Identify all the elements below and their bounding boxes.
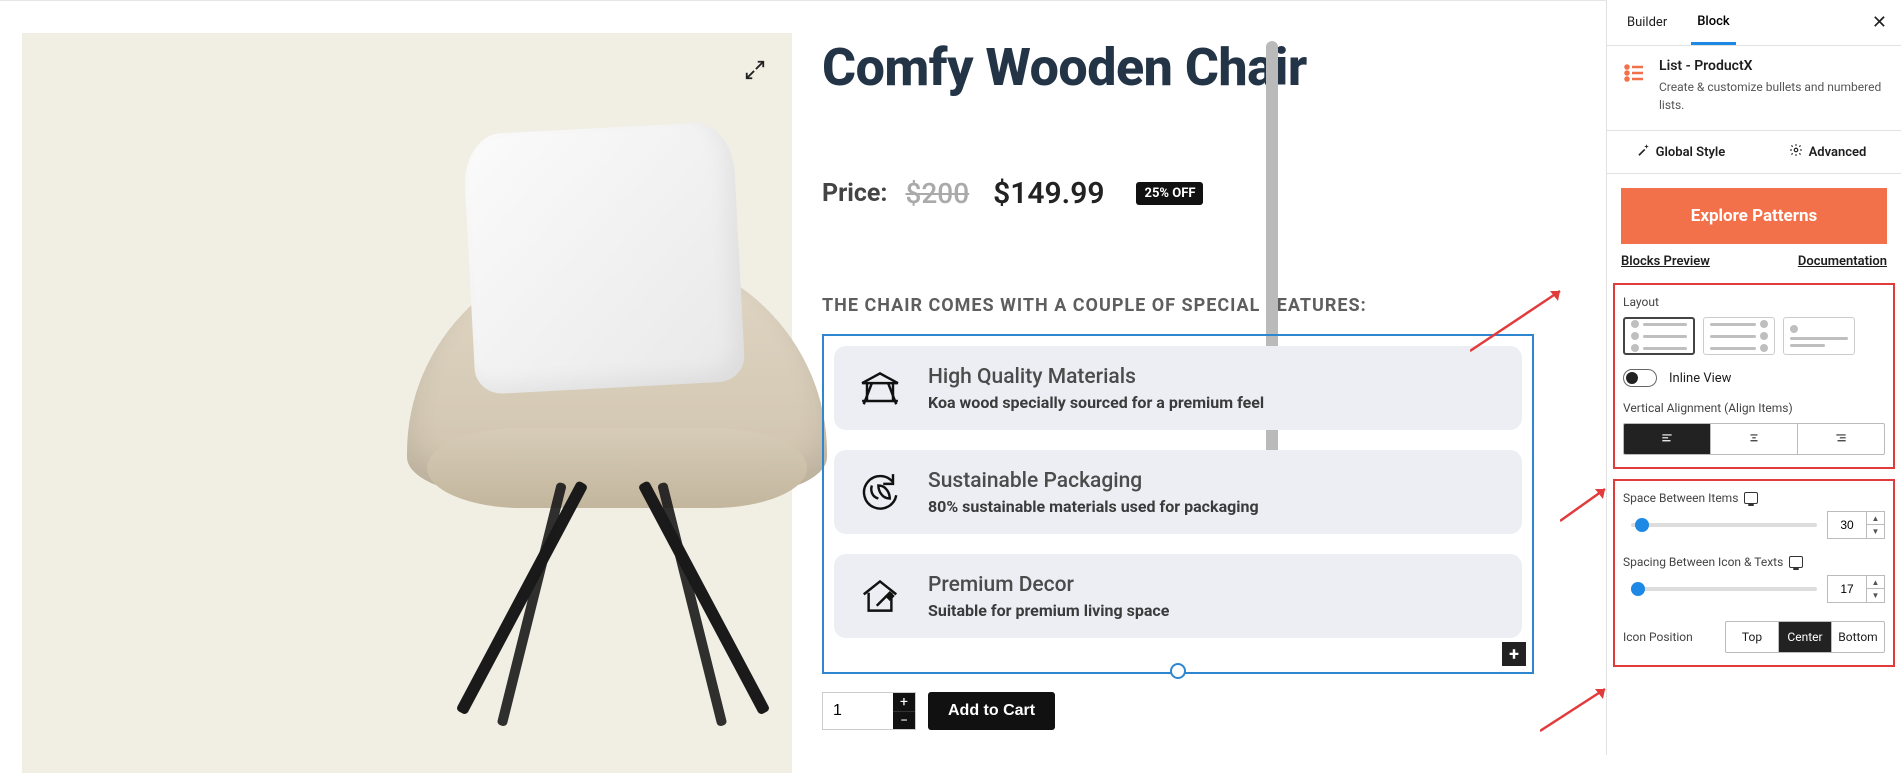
valign-label: Vertical Alignment (Align Items) [1623, 401, 1885, 415]
tab-global-style-label: Global Style [1656, 145, 1726, 160]
feature-subtitle: Suitable for premium living space [928, 601, 1169, 620]
tab-advanced[interactable]: Advanced [1754, 131, 1901, 173]
space-icon-label: Spacing Between Icon & Texts [1623, 555, 1885, 569]
list-item[interactable]: Sustainable Packaging 80% sustainable ma… [834, 450, 1522, 534]
quantity-input[interactable] [823, 693, 893, 729]
list-item[interactable]: Premium Decor Suitable for premium livin… [834, 554, 1522, 638]
space-icon-value[interactable] [1828, 582, 1866, 596]
quantity-increase[interactable]: + [893, 693, 915, 711]
product-title: Comfy Wooden Chair [822, 37, 1534, 98]
gear-icon [1789, 143, 1803, 161]
documentation-link[interactable]: Documentation [1798, 254, 1887, 269]
leaf-recycle-icon [852, 464, 908, 520]
icon-pos-top[interactable]: Top [1726, 622, 1778, 652]
close-sidebar-button[interactable]: ✕ [1872, 12, 1887, 33]
product-image-column: SALE! [22, 11, 792, 745]
desktop-icon[interactable] [1744, 492, 1758, 504]
price-old: $200 [905, 177, 969, 210]
house-brush-icon [852, 568, 908, 624]
explore-patterns-button[interactable]: Explore Patterns [1621, 188, 1887, 244]
step-up[interactable]: ▲ [1867, 576, 1884, 589]
desktop-icon[interactable] [1789, 556, 1803, 568]
blocks-preview-link[interactable]: Blocks Preview [1621, 254, 1710, 269]
features-heading: THE CHAIR COMES WITH A COUPLE OF SPECIAL… [822, 295, 1534, 316]
add-to-cart-button[interactable]: Add to Cart [928, 692, 1055, 730]
list-item[interactable]: High Quality Materials Koa wood speciall… [834, 346, 1522, 430]
space-items-label: Space Between Items [1623, 491, 1885, 505]
inline-view-label: Inline View [1669, 371, 1731, 386]
feature-subtitle: Koa wood specially sourced for a premium… [928, 393, 1264, 412]
icon-position-segmented[interactable]: Top Center Bottom [1725, 621, 1885, 653]
layout-option-2[interactable] [1703, 317, 1775, 355]
icon-pos-bottom[interactable]: Bottom [1831, 622, 1884, 652]
product-image [22, 33, 792, 773]
feature-title: Premium Decor [928, 573, 1169, 597]
icon-position-label: Icon Position [1623, 630, 1693, 644]
quantity-decrease[interactable]: − [893, 711, 915, 729]
list-block-selected[interactable]: High Quality Materials Koa wood speciall… [822, 334, 1534, 674]
tab-builder[interactable]: Builder [1621, 0, 1673, 45]
step-down[interactable]: ▼ [1867, 589, 1884, 602]
valign-bottom[interactable] [1797, 424, 1884, 454]
block-settings-sidebar: Builder Block ✕ List - ProductX Create &… [1606, 0, 1901, 755]
tab-global-style[interactable]: Global Style [1607, 131, 1754, 173]
space-items-input[interactable]: ▲▼ [1827, 511, 1885, 539]
block-name: List - ProductX [1659, 58, 1887, 74]
space-icon-slider[interactable] [1631, 587, 1817, 591]
step-up[interactable]: ▲ [1867, 512, 1884, 525]
tab-advanced-label: Advanced [1809, 145, 1867, 160]
layout-option-3[interactable] [1783, 317, 1855, 355]
valign-segmented[interactable] [1623, 423, 1885, 455]
list-block-icon [1621, 60, 1647, 86]
discount-badge: 25% OFF [1136, 182, 1203, 205]
cart-row: + − Add to Cart [822, 692, 1534, 730]
add-list-item-button[interactable]: + [1502, 642, 1526, 666]
wand-icon [1636, 143, 1650, 161]
block-description: Create & customize bullets and numbered … [1659, 78, 1887, 114]
price-label: Price: [822, 179, 887, 208]
product-details: Comfy Wooden Chair Price: $200 $149.99 2… [822, 11, 1584, 745]
quantity-stepper[interactable]: + − [822, 692, 916, 730]
inline-view-toggle[interactable] [1623, 369, 1657, 387]
feature-title: Sustainable Packaging [928, 469, 1259, 493]
price-new: $149.99 [993, 176, 1104, 211]
step-down[interactable]: ▼ [1867, 525, 1884, 538]
layout-panel: Layout In [1613, 283, 1895, 469]
space-items-value[interactable] [1828, 518, 1866, 532]
expand-icon[interactable] [744, 59, 766, 85]
editor-canvas: SALE! Comfy Wooden Chair [0, 0, 1606, 755]
spacing-panel: Space Between Items ▲▼ Spacing Between I… [1613, 479, 1895, 667]
tab-block[interactable]: Block [1691, 0, 1735, 45]
valign-center[interactable] [1710, 424, 1797, 454]
feature-subtitle: 80% sustainable materials used for packa… [928, 497, 1259, 516]
space-items-slider[interactable] [1631, 523, 1817, 527]
space-icon-input[interactable]: ▲▼ [1827, 575, 1885, 603]
feature-title: High Quality Materials [928, 365, 1264, 389]
layout-option-1[interactable] [1623, 317, 1695, 355]
table-icon [852, 360, 908, 416]
icon-pos-center[interactable]: Center [1778, 622, 1831, 652]
valign-top[interactable] [1624, 424, 1710, 454]
layout-heading: Layout [1623, 295, 1885, 309]
price-row: Price: $200 $149.99 25% OFF [822, 176, 1534, 211]
